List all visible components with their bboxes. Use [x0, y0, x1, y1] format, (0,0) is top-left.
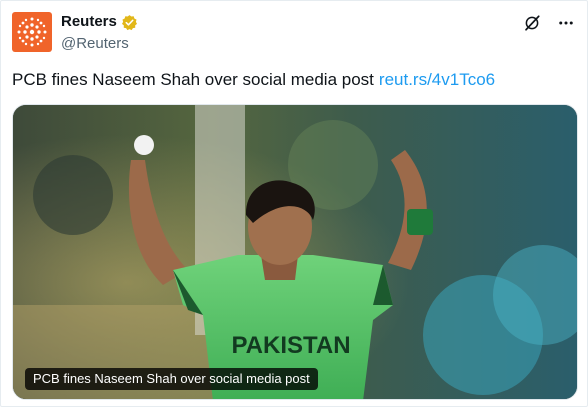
tweet-body: PCB fines Naseem Shah over social media … — [12, 70, 374, 89]
handle[interactable]: @Reuters — [61, 34, 129, 53]
avatar[interactable] — [12, 12, 52, 52]
media-caption: PCB fines Naseem Shah over social media … — [25, 368, 318, 390]
cricket-photo: PAKISTAN — [13, 105, 577, 399]
tweet-link[interactable]: reut.rs/4v1Tco6 — [379, 70, 495, 89]
more-horizontal-icon[interactable] — [556, 13, 576, 33]
tweet-card[interactable]: Reuters @Reuters PCB fines Naseem Shah o… — [0, 0, 588, 407]
tweet-text: PCB fines Naseem Shah over social media … — [12, 69, 495, 91]
verified-badge-icon — [121, 14, 138, 31]
display-name[interactable]: Reuters — [61, 12, 117, 32]
jersey-text: PAKISTAN — [231, 332, 350, 359]
reuters-logo-icon — [17, 17, 47, 47]
grok-icon[interactable] — [522, 13, 542, 33]
tweet-media[interactable]: PAKISTAN PCB fines Naseem Shah over soci… — [12, 104, 578, 400]
name-row: Reuters — [61, 12, 138, 32]
tweet-actions — [522, 13, 576, 33]
